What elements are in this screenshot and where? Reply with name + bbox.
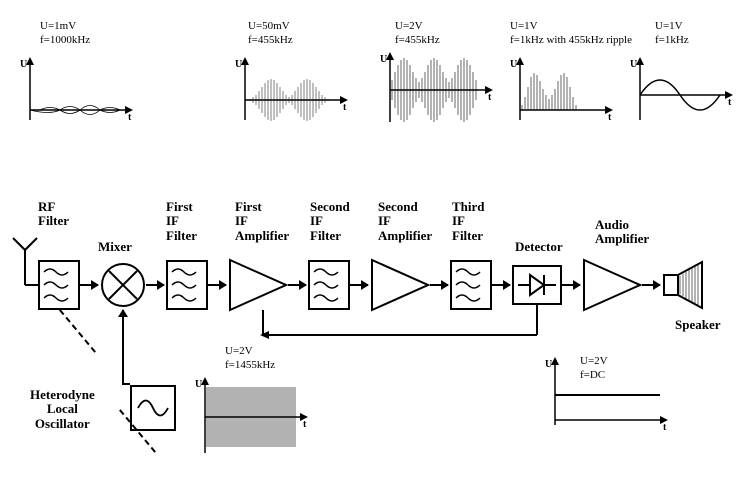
first-if-filter-label: First IF Filter [166,200,197,243]
svg-text:t: t [128,112,132,123]
signal3-freq: f=455kHz [395,34,440,46]
first-if-amp-label: First IF Amplifier [235,200,289,243]
second-if-amp-block [370,258,430,312]
svg-text:U: U [630,59,637,70]
signal6-freq: f=1455kHz [225,359,275,371]
signal1-freq: f=1000kHz [40,34,90,46]
arrow-amp-speaker [642,284,660,286]
speaker-icon [662,260,712,310]
svg-text:U: U [510,59,517,70]
arrow-if1f-if1a [208,284,226,286]
arrow-hlo-mixer [122,310,124,385]
signal3-voltage: U=2V [395,20,423,32]
arrow-if2a-if3f [430,284,448,286]
svg-text:U: U [20,59,27,70]
signal4-freq: f=1kHz with 455kHz ripple [510,34,632,46]
waveform-signal7: Ut [545,355,675,435]
mixer-label: Mixer [98,240,132,254]
signal5-freq: f=1kHz [655,34,689,46]
hlo-block [130,385,176,431]
waveform-signal2: Ut [235,55,355,130]
waveform-signal5: Ut [630,55,740,130]
svg-text:t: t [488,92,492,103]
rf-filter-label: RF Filter [38,200,69,229]
svg-text:U: U [380,54,387,65]
audio-amp-label: Audio Amplifier [595,218,649,247]
svg-text:U: U [235,59,242,70]
second-if-filter-block [308,260,350,310]
waveform-signal4: Ut [510,55,620,130]
svg-text:U: U [195,379,202,390]
signal1-voltage: U=1mV [40,20,76,32]
arrow-rf-mixer [80,284,98,286]
third-if-filter-label: Third IF Filter [452,200,485,243]
svg-text:t: t [608,112,612,123]
detector-label: Detector [515,240,563,254]
second-if-filter-label: Second IF Filter [310,200,350,243]
svg-text:t: t [343,102,347,113]
speaker-label: Speaker [675,318,721,332]
signal5-voltage: U=1V [655,20,683,32]
svg-text:t: t [303,419,307,430]
arrow-mixer-if1 [146,284,164,286]
waveform-signal3: Ut [380,50,500,130]
feedback-agc-line [255,305,545,345]
svg-text:t: t [728,97,732,108]
svg-text:t: t [663,422,667,433]
tuning-dash-1 [59,309,96,352]
hlo-label: Heterodyne Local Oscillator [30,388,95,431]
signal2-freq: f=455kHz [248,34,293,46]
first-if-amp-block [228,258,288,312]
audio-amp-block [582,258,642,312]
third-if-filter-block [450,260,492,310]
mixer-block [100,262,146,308]
svg-text:U: U [545,359,552,370]
signal2-voltage: U=50mV [248,20,290,32]
waveform-signal6: Ut [195,375,315,460]
waveform-signal1: Ut [20,55,140,130]
first-if-filter-block [166,260,208,310]
second-if-amp-label: Second IF Amplifier [378,200,432,243]
arrow-if3f-det [492,284,510,286]
signal6-voltage: U=2V [225,345,253,357]
arrow-if2f-if2a [350,284,368,286]
rf-filter-block [38,260,80,310]
detector-block [512,265,562,305]
arrow-det-amp [562,284,580,286]
signal4-voltage: U=1V [510,20,538,32]
arrow-if1a-if2f [288,284,306,286]
antenna-icon [10,235,40,290]
